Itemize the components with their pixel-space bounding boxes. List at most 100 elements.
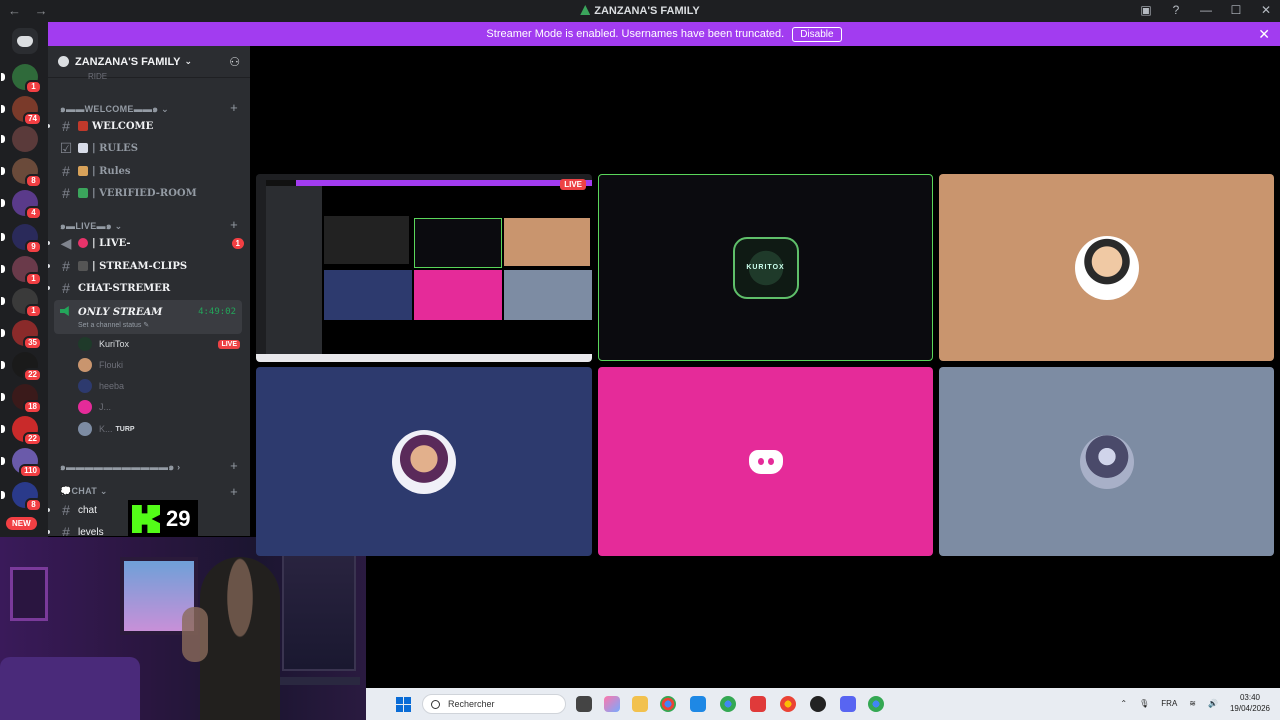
add-channel-icon[interactable]: + [230, 458, 238, 473]
obs-icon[interactable] [810, 696, 826, 712]
chrome-icon[interactable] [660, 696, 676, 712]
category-chat[interactable]: 💭CHAT ⌄ + [60, 484, 238, 499]
mic-icon[interactable]: 🎙 [1139, 699, 1149, 708]
category-live[interactable]: ๑▬LIVE▬๑ ⌄ + [60, 217, 238, 233]
unread-indicator [48, 286, 50, 290]
server-header[interactable]: ZANZANA'S FAMILY ⌄ ⚇ [48, 46, 250, 78]
category-welcome[interactable]: ๑▬▬WELCOME▬▬๑ ⌄ + [60, 100, 238, 116]
mention-badge: 1 [25, 80, 42, 94]
server-icon-11[interactable]: 18 [1, 384, 42, 414]
film-emoji-icon [78, 261, 88, 271]
unread-pill [1, 233, 5, 241]
channel-chat-stremer[interactable]: # CHAT-STREMER [48, 278, 244, 298]
unread-indicator [48, 264, 50, 268]
voice-user[interactable]: Flouki [78, 356, 240, 374]
set-channel-status[interactable]: Set a channel status ✎ [78, 321, 149, 329]
taskbar-search[interactable]: Rechercher [422, 694, 566, 714]
help-icon[interactable]: ? [1168, 3, 1184, 17]
stream-preview-rail [256, 180, 266, 356]
server-icon-4[interactable]: 8 [1, 158, 42, 188]
announcement-channel-icon: ◀ [60, 234, 72, 251]
channel-rules-2[interactable]: # | Rules [58, 161, 244, 181]
user-avatar [78, 422, 92, 436]
task-view-icon[interactable] [576, 696, 592, 712]
clock[interactable]: 03:40 19/04/2026 [1230, 692, 1270, 714]
channel-sidebar: ZANZANA'S FAMILY ⌄ ⚇ RIDE ๑▬▬WELCOME▬▬๑ … [48, 46, 250, 536]
voice-user[interactable]: K... TURP [78, 420, 240, 438]
participant-tile-heeba[interactable] [256, 367, 592, 556]
inbox-icon[interactable]: ▣ [1138, 3, 1154, 17]
unread-pill [1, 135, 5, 143]
live-badge: LIVE [218, 339, 240, 349]
wifi-icon[interactable]: ≋ [1189, 699, 1196, 708]
kick-count: 29 [166, 506, 191, 531]
add-channel-icon[interactable]: + [230, 100, 238, 115]
unread-pill [1, 199, 5, 207]
text-channel-icon: # [62, 185, 70, 201]
participant-tile-default[interactable] [598, 367, 933, 556]
participant-tile-kuritox[interactable]: KURITOX [598, 174, 933, 361]
voice-user[interactable]: heeba [78, 377, 240, 395]
wps-icon[interactable] [750, 696, 766, 712]
window-controls: ▣ ? — ☐ ✕ [1138, 3, 1274, 17]
add-channel-icon[interactable]: + [230, 484, 238, 499]
chrome-profile-icon[interactable] [720, 696, 736, 712]
invite-people-icon[interactable]: ⚇ [229, 55, 240, 69]
mention-badge: 8 [25, 498, 42, 512]
participant-tile-flouki[interactable] [939, 174, 1274, 361]
close-banner-icon[interactable]: ✕ [1258, 26, 1270, 43]
server-icon-9[interactable]: 35 [1, 320, 42, 350]
channel-welcome[interactable]: # WELCOME [48, 116, 244, 136]
minimize-button[interactable]: — [1198, 3, 1214, 17]
server-icon-5[interactable]: 4 [1, 190, 42, 220]
voice-channel-name: ONLY STREAM [78, 307, 163, 318]
server-icon-8[interactable]: 1 [1, 288, 42, 318]
server-icon-3[interactable] [1, 126, 38, 152]
channel-verified-room[interactable]: # | VERIFIED-ROOM [58, 183, 244, 203]
user-avatar [78, 337, 92, 351]
server-icon-13[interactable]: 110 [1, 448, 42, 478]
voice-user[interactable]: KuriTox LIVE [78, 335, 240, 353]
stream-tile-kuritox[interactable]: LIVE [256, 174, 592, 362]
channel-rules[interactable]: ☑ | RULES [58, 138, 244, 158]
unread-pill [1, 73, 5, 81]
store-icon[interactable] [690, 696, 706, 712]
channel-stream-clips[interactable]: # | STREAM-CLIPS [48, 256, 244, 276]
disable-streamer-mode-button[interactable]: Disable [792, 26, 842, 42]
participant-tile-k[interactable] [939, 367, 1274, 556]
voice-user[interactable]: J... [78, 398, 240, 416]
red-circle-emoji-icon [78, 238, 88, 248]
server-badge-icon [58, 56, 69, 67]
server-icon-1[interactable]: 1 [1, 64, 42, 94]
tray-chevron-icon[interactable]: ⌃ [1120, 699, 1127, 708]
file-explorer-icon[interactable] [632, 696, 648, 712]
close-window-button[interactable]: ✕ [1258, 3, 1274, 17]
copilot-icon[interactable] [604, 696, 620, 712]
chrome-profile-icon-3[interactable] [868, 696, 884, 712]
add-channel-icon[interactable]: + [230, 217, 238, 232]
window-titlebar: ← → ZANZANA'S FAMILY ▣ ? — ☐ ✕ [0, 0, 1280, 22]
maximize-button[interactable]: ☐ [1228, 3, 1244, 17]
server-icon-2[interactable]: 74 [1, 96, 42, 126]
mention-badge: 8 [25, 174, 42, 188]
channel-live[interactable]: ◀ | LIVE- 1 [48, 233, 244, 253]
unread-pill [1, 425, 5, 433]
kick-follower-overlay: 29 [128, 500, 198, 538]
chrome-profile-icon-2[interactable] [780, 696, 796, 712]
language-indicator[interactable]: FRA [1161, 699, 1177, 708]
server-icon-6[interactable]: 9 [1, 224, 42, 254]
user-name: Flouki [99, 360, 124, 370]
volume-icon[interactable]: 🔊 [1208, 699, 1218, 708]
server-icon-10[interactable]: 22 [1, 352, 42, 382]
windows-start-icon[interactable] [396, 697, 411, 712]
unread-pill [1, 105, 5, 113]
server-icon-14[interactable]: 8 [1, 482, 42, 512]
server-icon-7[interactable]: 1 [1, 256, 42, 286]
category-divider[interactable]: ๑▬▬▬▬▬▬▬▬▬▬▬๑ › + [60, 458, 238, 474]
voice-channel-only-stream[interactable]: ONLY STREAM 4:49:02 Set a channel status… [54, 300, 242, 334]
discord-home-button[interactable] [12, 28, 38, 54]
discord-taskbar-icon[interactable] [840, 696, 856, 712]
server-icon-12[interactable]: 22 [1, 416, 42, 446]
mention-badge: 18 [23, 400, 42, 414]
user-name: K... [99, 424, 113, 434]
